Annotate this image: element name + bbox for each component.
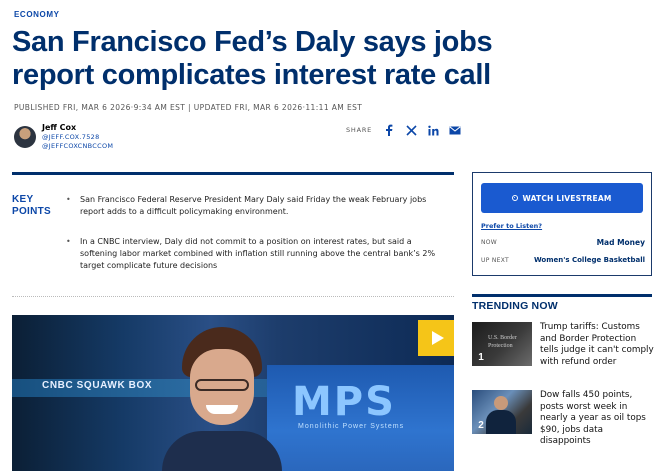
trending-headline[interactable]: Trump tariffs: Customs and Border Protec… xyxy=(540,322,654,368)
play-button[interactable] xyxy=(418,320,454,356)
livestream-box: WATCH LIVESTREAM Prefer to Listen? NOW M… xyxy=(472,172,652,276)
key-points-rule xyxy=(12,172,454,175)
key-points-title: KEY POINTS xyxy=(12,194,51,218)
trending-item[interactable]: 1 Trump tariffs: Customs and Border Prot… xyxy=(472,322,654,372)
share-label: SHARE xyxy=(346,126,373,134)
now-show[interactable]: Mad Money xyxy=(597,238,645,247)
key-points-title-line1: KEY xyxy=(12,194,34,205)
key-points-list: San Francisco Federal Reserve President … xyxy=(66,194,446,290)
key-point-item: San Francisco Federal Reserve President … xyxy=(66,194,446,218)
trending-thumbnail[interactable]: 1 xyxy=(472,322,532,366)
article-timestamp: PUBLISHED FRI, MAR 6 2026·9:34 AM EST | … xyxy=(14,103,363,112)
trending-title: TRENDING NOW xyxy=(472,300,558,312)
person-suit xyxy=(162,431,282,471)
author-handle-1[interactable]: @JEFF.COX.7528 xyxy=(42,133,113,141)
section-eyebrow[interactable]: ECONOMY xyxy=(14,10,60,19)
trending-item[interactable]: 2 Dow falls 450 points, posts worst week… xyxy=(472,390,654,446)
trending-headline[interactable]: Dow falls 450 points, posts worst week i… xyxy=(540,390,654,448)
up-next-show[interactable]: Women's College Basketball xyxy=(534,256,645,264)
key-point-item: In a CNBC interview, Daly did not commit… xyxy=(66,236,446,272)
video-banner-text: CNBC SQUAWK BOX xyxy=(42,380,153,391)
play-icon xyxy=(431,331,444,345)
live-icon xyxy=(512,195,519,201)
author-avatar[interactable] xyxy=(14,126,36,148)
author-byline: Jeff Cox @JEFF.COX.7528 @JEFFCOXCNBCCOM xyxy=(14,123,113,150)
email-icon[interactable] xyxy=(448,123,462,137)
x-icon[interactable] xyxy=(404,123,418,137)
prefer-to-listen-link[interactable]: Prefer to Listen? xyxy=(481,222,542,230)
person-glasses xyxy=(195,379,249,391)
trending-rank: 1 xyxy=(478,351,484,363)
video-player[interactable]: CNBC SQUAWK BOX MPS Monolithic Power Sys… xyxy=(12,315,454,471)
facebook-icon[interactable] xyxy=(382,123,396,137)
screen-logo: MPS xyxy=(292,379,396,425)
now-label: NOW xyxy=(481,239,498,246)
screen-subtitle: Monolithic Power Systems xyxy=(298,423,405,430)
watch-livestream-label: WATCH LIVESTREAM xyxy=(522,193,612,203)
key-points-divider xyxy=(12,296,454,297)
trending-rank: 2 xyxy=(478,419,484,431)
up-next-row: UP NEXT Women's College Basketball xyxy=(481,256,645,264)
person-smile xyxy=(206,405,238,414)
author-name[interactable]: Jeff Cox xyxy=(42,123,113,132)
now-row: NOW Mad Money xyxy=(481,238,645,247)
author-meta: Jeff Cox @JEFF.COX.7528 @JEFFCOXCNBCCOM xyxy=(42,123,113,150)
interviewee xyxy=(162,327,282,471)
trending-rule xyxy=(472,294,652,297)
share-bar: SHARE xyxy=(346,123,470,137)
watch-livestream-button[interactable]: WATCH LIVESTREAM xyxy=(481,183,643,213)
up-next-label: UP NEXT xyxy=(481,256,509,264)
article-headline: San Francisco Fed’s Daly says jobs repor… xyxy=(12,26,493,91)
author-handle-2[interactable]: @JEFFCOXCNBCCOM xyxy=(42,142,113,150)
trending-thumbnail[interactable]: 2 xyxy=(472,390,532,434)
key-points-title-line2: POINTS xyxy=(12,206,52,217)
linkedin-icon[interactable] xyxy=(426,123,440,137)
